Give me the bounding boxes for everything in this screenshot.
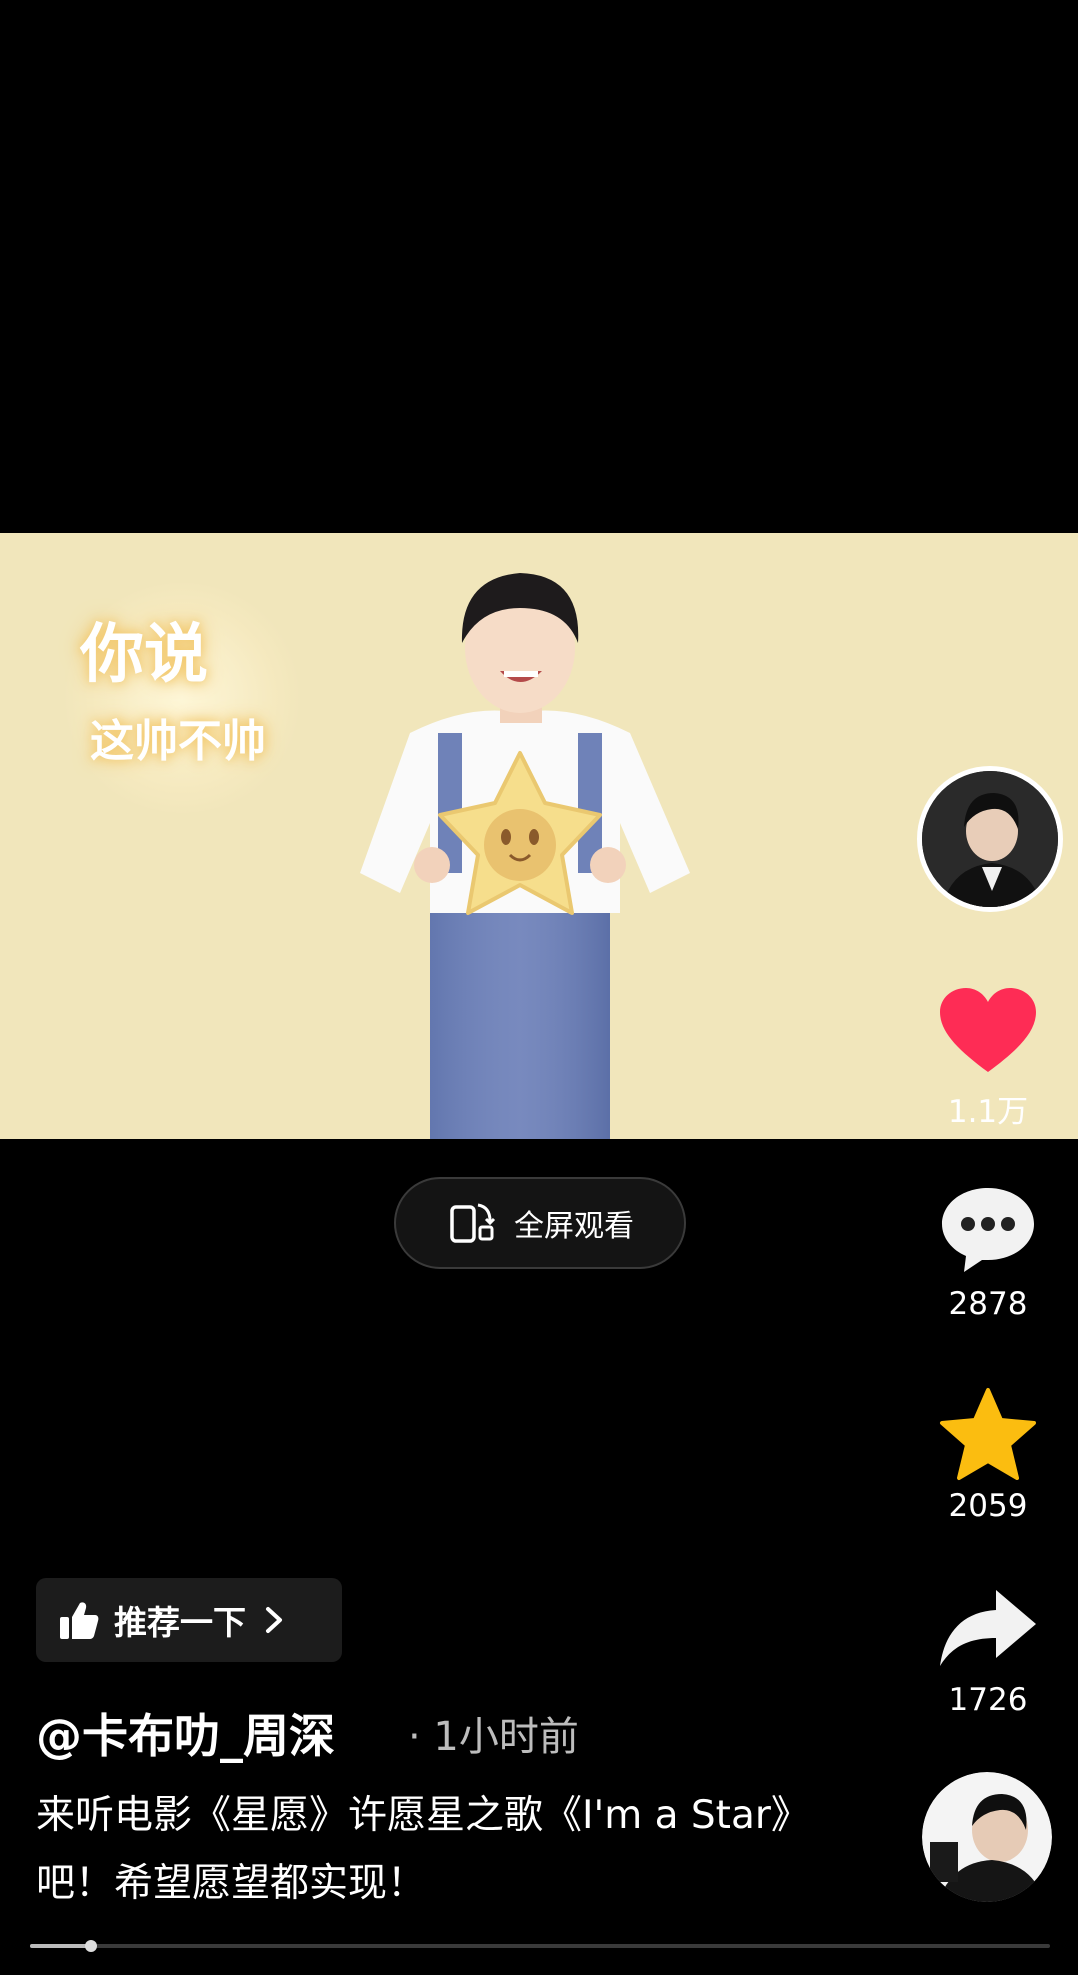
recommend-button[interactable]: 推荐一下 — [36, 1578, 342, 1662]
progress-handle[interactable] — [85, 1940, 98, 1952]
favorite-count: 2059 — [948, 1488, 1028, 1524]
video-caption-line1: 你说 — [80, 618, 208, 692]
favorite-star-icon[interactable] — [938, 1386, 1038, 1482]
share-count: 1726 — [948, 1682, 1028, 1718]
recommend-label: 推荐一下 — [114, 1603, 246, 1642]
fullscreen-button[interactable]: 全屏观看 — [394, 1177, 686, 1269]
post-time: · 1小时前 — [408, 1714, 579, 1760]
like-heart-icon[interactable] — [938, 986, 1038, 1076]
fullscreen-label: 全屏观看 — [514, 1209, 634, 1244]
post-description: 来听电影《星愿》许愿星之歌《I'm a Star》吧！希望愿望都实现！ — [36, 1793, 791, 1906]
music-disc-image — [922, 1772, 1052, 1902]
music-disc-avatar[interactable] — [922, 1772, 1052, 1902]
share-arrow-icon[interactable] — [936, 1586, 1040, 1670]
video-caption-line2: 这帅不帅 — [90, 716, 266, 767]
progress-fill — [30, 1944, 92, 1948]
like-count: 1.1万 — [947, 1094, 1029, 1130]
thumbs-up-icon — [60, 1602, 99, 1639]
rotate-phone-icon — [450, 1203, 496, 1243]
comment-count: 2878 — [948, 1286, 1028, 1322]
video-person-image — [360, 573, 690, 1139]
chevron-right-icon — [266, 1607, 282, 1633]
author-name[interactable]: @卡布叻_周深 — [36, 1700, 335, 1766]
avatar-image — [922, 771, 1058, 907]
video-progress-bar[interactable] — [30, 1940, 1050, 1952]
author-avatar[interactable] — [917, 766, 1063, 912]
comment-icon[interactable] — [938, 1184, 1038, 1276]
